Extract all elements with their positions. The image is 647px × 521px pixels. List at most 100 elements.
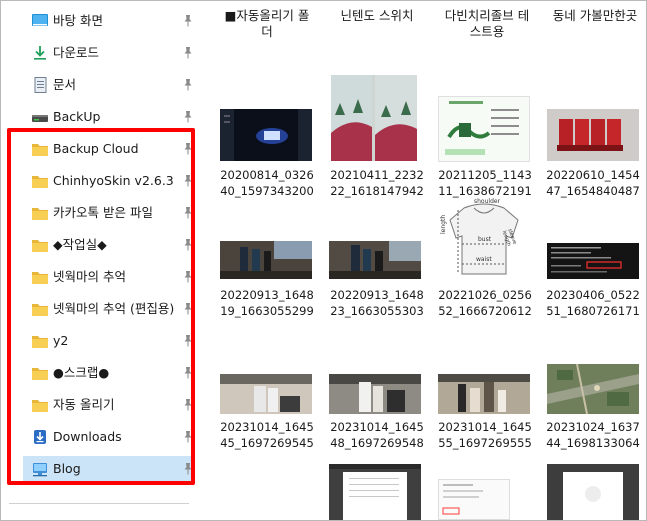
sidebar-item-label: 문서: [53, 77, 77, 92]
folder-icon: [31, 237, 49, 253]
thumbnail[interactable]: [547, 109, 639, 161]
file-name-line: 19_1663055299: [220, 304, 314, 318]
file-name-line: 55_1697269555: [438, 436, 532, 450]
folder-icon: [31, 365, 49, 381]
pin-icon[interactable]: [183, 174, 193, 188]
sidebar-item-kakaotalk-files[interactable]: 카카오톡 받은 파일: [23, 200, 193, 226]
pin-icon[interactable]: [183, 366, 193, 380]
sidebar-item-label: Downloads: [53, 429, 122, 444]
sidebar-item-label: 자동 올리기: [53, 397, 115, 412]
thumbnail[interactable]: [329, 374, 421, 414]
file-item[interactable]: 20231024_1637 44_1698133064: [539, 419, 646, 451]
pin-icon[interactable]: [183, 110, 193, 124]
pin-icon[interactable]: [183, 430, 193, 444]
sidebar-item-desktop[interactable]: 바탕 화면: [23, 8, 193, 34]
sidebar-item-auto-upload[interactable]: 자동 올리기: [23, 392, 193, 418]
folder-icon: [31, 333, 49, 349]
pin-icon[interactable]: [183, 302, 193, 316]
folder-item[interactable]: ■자동올리기 폴 더: [217, 8, 317, 40]
sidebar-item-netwma-memories[interactable]: 넷웍마의 추억: [23, 264, 193, 290]
pin-icon[interactable]: [183, 142, 193, 156]
file-item[interactable]: 20210411_2232 22_1618147942: [323, 167, 431, 199]
sidebar-item-y2[interactable]: y2: [23, 328, 193, 354]
pin-icon[interactable]: [183, 270, 193, 284]
sidebar-item-label: Blog: [53, 461, 81, 476]
file-name-line: 20231014_1645: [220, 420, 314, 434]
file-item[interactable]: 20220610_1454 47_1654840487: [539, 167, 646, 199]
file-name-line: 20211205_1143: [438, 168, 532, 182]
file-name-line: 51_1680726171: [546, 304, 640, 318]
file-item[interactable]: 20231014_1645 55_1697269555: [431, 419, 539, 451]
file-item[interactable]: 20231014_1645 48_1697269548: [323, 419, 431, 451]
sidebar-item-downloads-quick[interactable]: 다운로드: [23, 40, 193, 66]
pin-icon[interactable]: [183, 238, 193, 252]
folder-name-line: 동네 가볼만한곳: [552, 8, 638, 23]
sidebar-item-backup-cloud[interactable]: Backup Cloud: [23, 136, 193, 162]
sidebar-item-label: 다운로드: [53, 45, 100, 60]
file-item[interactable]: 20220913_1648 23_1663055303: [323, 287, 431, 319]
file-item[interactable]: 20211205_1143 11_1638672191: [431, 167, 539, 199]
folder-item[interactable]: 다빈치리졸브 테 스트용: [437, 8, 537, 40]
thumbnail[interactable]: [331, 75, 417, 161]
pin-icon[interactable]: [183, 78, 193, 92]
sidebar-item-workroom[interactable]: ◆작업실◆: [23, 232, 193, 258]
sidebar-item-scrap[interactable]: ●스크랩●: [23, 360, 193, 386]
thumbnail[interactable]: [547, 364, 639, 414]
sidebar-item-label: BackUp: [53, 109, 101, 124]
file-name-line: 20200814_0326: [220, 168, 314, 182]
sidebar-item-documents[interactable]: 문서: [23, 72, 193, 98]
file-grid[interactable]: ■자동올리기 폴 더 닌텐도 스위치 다빈치리졸브 테 스트용 동네 가볼만한곳: [201, 1, 646, 520]
file-name-line: 11_1638672191: [438, 184, 532, 198]
file-name-line: 45_1697269545: [220, 436, 314, 450]
thumbnail[interactable]: [438, 96, 530, 162]
thumbnail[interactable]: [220, 374, 312, 414]
sidebar-item-backup-drive[interactable]: BackUp: [23, 104, 193, 130]
file-item[interactable]: 20200814_0326 40_1597343200: [213, 167, 321, 199]
thumbnail[interactable]: [329, 241, 421, 279]
pin-icon[interactable]: [183, 462, 193, 476]
folder-name-line: 스트용: [469, 24, 505, 39]
file-name-line: 20231014_1645: [330, 420, 424, 434]
folder-icon: [31, 269, 49, 285]
sidebar-item-netwma-memories-edit[interactable]: 넷웍마의 추억 (편집용): [23, 296, 193, 322]
sidebar-item-label: 넷웍마의 추억: [53, 269, 126, 284]
thumbnail[interactable]: [438, 374, 530, 414]
thumbnail[interactable]: [438, 479, 510, 520]
sidebar-item-label: ChinhyoSkin v2.6.3: [53, 173, 174, 188]
sidebar-item-downloads-folder[interactable]: Downloads: [23, 424, 193, 450]
sidebar-item-label: Backup Cloud: [53, 141, 139, 156]
sidebar-item-chinhyoskin[interactable]: ChinhyoSkin v2.6.3: [23, 168, 193, 194]
file-item[interactable]: 20231014_1645 45_1697269545: [213, 419, 321, 451]
file-item[interactable]: 20221026_0256 52_1666720612: [431, 287, 539, 319]
file-name-line: 20221026_0256: [438, 288, 532, 302]
folder-name-line: 더: [261, 24, 273, 39]
folder-icon: [31, 397, 49, 413]
file-name-line: 47_1654840487: [546, 184, 640, 198]
pin-icon[interactable]: [183, 14, 193, 28]
desktop-icon: [31, 13, 49, 29]
sidebar-item-blog[interactable]: Blog: [23, 456, 193, 482]
pin-icon[interactable]: [183, 334, 193, 348]
document-icon: [31, 77, 49, 93]
thumbnail[interactable]: [220, 241, 312, 279]
pin-icon[interactable]: [183, 46, 193, 60]
navigation-pane[interactable]: 바탕 화면 다운로드 문서 BackUp Backup Cloud Chinhy…: [1, 1, 201, 520]
folder-item[interactable]: 동네 가볼만한곳: [545, 8, 645, 24]
thumbnail[interactable]: [547, 464, 639, 520]
drive-icon: [31, 109, 49, 125]
pin-icon[interactable]: [183, 398, 193, 412]
thumbnail[interactable]: shoulder length bust sleeve length waist: [438, 198, 530, 280]
file-item[interactable]: 20230406_0522 51_1680726171: [539, 287, 646, 319]
thumbnail[interactable]: [220, 109, 312, 161]
sidebar-divider: [9, 503, 189, 504]
file-name-line: 20231014_1645: [438, 420, 532, 434]
file-name-line: 20230406_0522: [546, 288, 640, 302]
folder-item[interactable]: 닌텐도 스위치: [327, 8, 427, 24]
sidebar-item-label: ●스크랩●: [53, 365, 110, 380]
thumbnail[interactable]: [547, 243, 639, 279]
thumbnail[interactable]: [329, 464, 421, 520]
pin-icon[interactable]: [183, 206, 193, 220]
folder-icon: [31, 173, 49, 189]
ootd-label: bust: [478, 236, 492, 243]
file-item[interactable]: 20220913_1648 19_1663055299: [213, 287, 321, 319]
